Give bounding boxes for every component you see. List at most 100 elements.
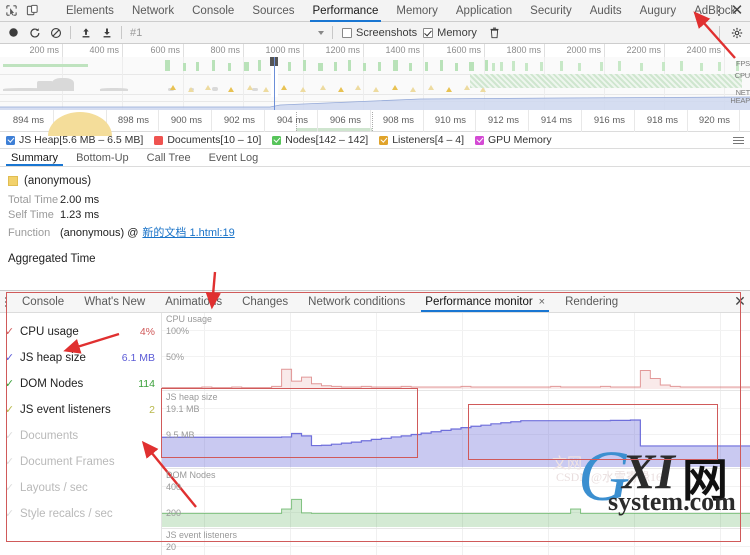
tab-label: Console (192, 5, 235, 17)
overview-tick-label: 600 ms (150, 45, 180, 55)
overview-label-cpu: CPU (734, 71, 750, 80)
selection-handle-right[interactable] (372, 112, 373, 131)
detail-tick-label: 904 ms (276, 115, 308, 126)
reload-and-record-button[interactable] (25, 24, 44, 42)
tabbar-left-icons (0, 0, 57, 21)
toolbar-divider-2 (121, 26, 122, 39)
drawer-tab-performance-monitor[interactable]: Performance monitor × (415, 291, 555, 312)
tab-network[interactable]: Network (123, 0, 183, 22)
counter-swatch (475, 135, 484, 145)
detail-tick-label: 908 ms (382, 115, 414, 126)
chart-series (162, 529, 750, 555)
counter-swatch (6, 135, 15, 145)
settings-gear-icon[interactable] (727, 24, 746, 42)
counters-menu-icon[interactable] (733, 136, 744, 144)
event-color-chip (8, 176, 18, 186)
source-file-link[interactable]: 新的文档 1.html:19 (142, 224, 234, 240)
performance-monitor-charts: CPU usage 100% 50% JS heap size 19.1 MB 9.5 M… (162, 313, 750, 555)
metric-row-layouts-sec[interactable]: ✓ Layouts / sec (0, 475, 161, 501)
memory-checkbox[interactable]: Memory (423, 27, 477, 39)
counter-toggle-2[interactable]: Nodes[142 – 142] (272, 134, 368, 146)
drawer-tab-network-conditions[interactable]: Network conditions (298, 291, 415, 312)
tab-label: Audits (589, 5, 622, 17)
tab-elements[interactable]: Elements (57, 0, 123, 22)
overview-tick-label: 800 ms (210, 45, 240, 55)
drawer-close-icon[interactable]: ✕ (730, 291, 750, 312)
tab-application[interactable]: Application (447, 0, 521, 22)
tab-memory[interactable]: Memory (387, 0, 447, 22)
devtools-tabs: Elements Network Console Sources Perform… (57, 0, 736, 22)
tab-audits[interactable]: Audits (581, 0, 631, 22)
drawer-tab-close-icon[interactable]: × (539, 296, 545, 308)
drawer-tab-animations[interactable]: Animations (155, 291, 232, 312)
metric-label: JS heap size (20, 352, 86, 364)
toolbar-right-group (716, 24, 746, 42)
devtools-drawer: Console What's New Animations Changes Ne… (0, 290, 750, 555)
chart-series (162, 419, 750, 467)
drawer-tabbar: Console What's New Animations Changes Ne… (0, 291, 750, 313)
summary-row-function: Function (anonymous) @ 新的文档 1.html:19 (8, 224, 742, 240)
clear-recording-button[interactable] (46, 24, 65, 42)
timeline-overview[interactable]: 200 ms 400 ms 600 ms 800 ms 1000 ms 1200 ms 14… (0, 44, 750, 110)
overview-ruler[interactable]: 200 ms 400 ms 600 ms 800 ms 1000 ms 1200 ms 14… (0, 44, 750, 57)
metric-row-js-heap-size[interactable]: ✓ JS heap size 6.1 MB (0, 345, 161, 371)
summary-key: Self Time (8, 209, 54, 221)
metric-row-js-event-listeners[interactable]: ✓ JS event listeners 2 (0, 397, 161, 423)
drawer-tab-label: Changes (242, 295, 289, 308)
devtools-window: Elements Network Console Sources Perform… (0, 0, 750, 555)
memory-counters-legend: JS Heap[5.6 MB – 6.5 MB] Documents[10 – 1… (0, 132, 750, 149)
metric-row-dom-nodes[interactable]: ✓ DOM Nodes 114 (0, 371, 161, 397)
drawer-tab-changes[interactable]: Changes (232, 291, 298, 312)
save-profile-icon[interactable] (97, 24, 116, 42)
screenshots-checkbox[interactable]: Screenshots (342, 27, 417, 39)
tab-performance[interactable]: Performance (304, 0, 388, 22)
detail-tick (317, 110, 318, 132)
detail-tick-label: 910 ms (434, 115, 466, 126)
counter-toggle-1[interactable]: Documents[10 – 10] (154, 134, 261, 146)
more-tabs-button[interactable]: » (745, 0, 750, 22)
metric-checkmark-icon: ✓ (4, 325, 15, 338)
metric-value: 4% (139, 326, 155, 338)
subtab-call-tree[interactable]: Call Tree (138, 149, 200, 166)
tab-augury[interactable]: Augury (631, 0, 685, 22)
profile-select[interactable]: #1 (127, 24, 327, 41)
collect-garbage-icon[interactable] (485, 24, 504, 42)
drawer-tab-console[interactable]: Console (12, 291, 74, 312)
inspect-element-icon[interactable] (4, 3, 19, 18)
overview-cursor-line (274, 57, 275, 110)
overview-graph[interactable] (0, 57, 750, 110)
detail-tick-label: 912 ms (487, 115, 519, 126)
subtab-event-log[interactable]: Event Log (200, 149, 268, 166)
drawer-menu-icon[interactable] (0, 291, 12, 312)
metric-checkmark-icon: ✓ (4, 455, 15, 468)
tab-console[interactable]: Console (183, 0, 243, 22)
device-toolbar-icon[interactable] (25, 3, 40, 18)
counter-toggle-3[interactable]: Listeners[4 – 4] (379, 134, 464, 146)
subtab-label: Event Log (208, 151, 259, 164)
tab-adblock[interactable]: AdBlock (685, 0, 745, 22)
subtab-bottom-up[interactable]: Bottom-Up (67, 149, 138, 166)
metric-row-style-recalcs-sec[interactable]: ✓ Style recalcs / sec (0, 501, 161, 527)
checkbox-box (342, 27, 352, 38)
detail-timeline-ruler[interactable]: 894 ms896 ms898 ms900 ms902 ms904 ms906 … (0, 110, 750, 132)
drawer-tab-rendering[interactable]: Rendering (555, 291, 628, 312)
record-button[interactable] (4, 24, 23, 42)
chart-tick-label: 9.5 MB (166, 430, 195, 440)
performance-toolbar: #1 Screenshots Memory (0, 22, 750, 44)
drawer-tab-label: Performance monitor (425, 295, 533, 308)
subtab-label: Bottom-Up (76, 151, 129, 164)
counter-swatch (379, 135, 389, 145)
tab-sources[interactable]: Sources (243, 0, 303, 22)
metric-row-documents[interactable]: ✓ Documents (0, 423, 161, 449)
chart-tick-label: 100% (166, 326, 190, 336)
subtab-summary[interactable]: Summary (2, 149, 67, 166)
counter-toggle-4[interactable]: GPU Memory (475, 134, 552, 146)
load-profile-icon[interactable] (76, 24, 95, 42)
selection-range[interactable] (296, 128, 372, 131)
drawer-tab-whats-new[interactable]: What's New (74, 291, 155, 312)
metric-checkmark-icon: ✓ (4, 507, 15, 520)
metric-row-document-frames[interactable]: ✓ Document Frames (0, 449, 161, 475)
metric-row-cpu-usage[interactable]: ✓ CPU usage 4% (0, 319, 161, 345)
detail-tick-label: 916 ms (593, 115, 625, 126)
tab-security[interactable]: Security (521, 0, 581, 22)
